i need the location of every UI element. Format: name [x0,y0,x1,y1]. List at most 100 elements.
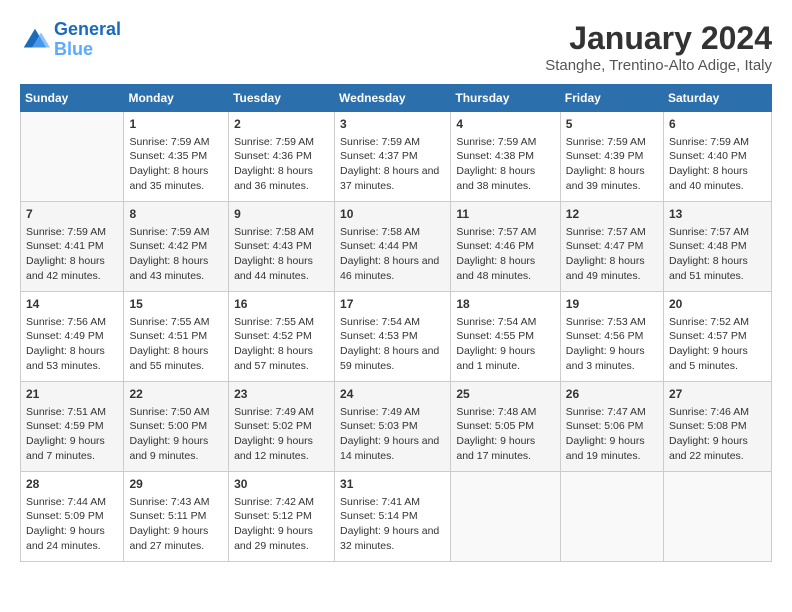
sunset-text: Sunset: 4:37 PM [340,150,418,162]
sunset-text: Sunset: 4:35 PM [129,150,207,162]
sunset-text: Sunset: 5:03 PM [340,420,418,432]
daylight-text: Daylight: 9 hours and 9 minutes. [129,435,208,462]
daylight-text: Daylight: 8 hours and 55 minutes. [129,345,208,372]
day-number: 22 [129,386,223,403]
sunset-text: Sunset: 4:38 PM [456,150,534,162]
sunset-text: Sunset: 4:49 PM [26,330,104,342]
calendar-cell: 27Sunrise: 7:46 AMSunset: 5:08 PMDayligh… [664,382,772,472]
day-number: 25 [456,386,554,403]
sunset-text: Sunset: 5:06 PM [566,420,644,432]
calendar-cell: 11Sunrise: 7:57 AMSunset: 4:46 PMDayligh… [451,202,560,292]
day-number: 14 [26,296,118,313]
sunset-text: Sunset: 5:09 PM [26,510,104,522]
sunset-text: Sunset: 4:51 PM [129,330,207,342]
calendar-cell: 13Sunrise: 7:57 AMSunset: 4:48 PMDayligh… [664,202,772,292]
day-number: 27 [669,386,766,403]
calendar-cell: 22Sunrise: 7:50 AMSunset: 5:00 PMDayligh… [124,382,229,472]
week-row-5: 28Sunrise: 7:44 AMSunset: 5:09 PMDayligh… [21,472,772,562]
daylight-text: Daylight: 8 hours and 43 minutes. [129,255,208,282]
sunrise-text: Sunrise: 7:59 AM [234,136,314,148]
daylight-text: Daylight: 9 hours and 32 minutes. [340,525,439,552]
sunset-text: Sunset: 4:59 PM [26,420,104,432]
calendar-cell: 9Sunrise: 7:58 AMSunset: 4:43 PMDaylight… [229,202,335,292]
sunrise-text: Sunrise: 7:59 AM [26,226,106,238]
calendar-table: SundayMondayTuesdayWednesdayThursdayFrid… [20,84,772,562]
calendar-cell: 26Sunrise: 7:47 AMSunset: 5:06 PMDayligh… [560,382,663,472]
day-number: 15 [129,296,223,313]
calendar-cell: 2Sunrise: 7:59 AMSunset: 4:36 PMDaylight… [229,112,335,202]
sunrise-text: Sunrise: 7:59 AM [456,136,536,148]
calendar-cell: 8Sunrise: 7:59 AMSunset: 4:42 PMDaylight… [124,202,229,292]
daylight-text: Daylight: 8 hours and 53 minutes. [26,345,105,372]
sunset-text: Sunset: 4:36 PM [234,150,312,162]
sunrise-text: Sunrise: 7:57 AM [456,226,536,238]
day-number: 19 [566,296,658,313]
sunset-text: Sunset: 4:56 PM [566,330,644,342]
header-row: SundayMondayTuesdayWednesdayThursdayFrid… [21,85,772,112]
daylight-text: Daylight: 9 hours and 5 minutes. [669,345,748,372]
daylight-text: Daylight: 9 hours and 24 minutes. [26,525,105,552]
calendar-cell [664,472,772,562]
header-day-friday: Friday [560,85,663,112]
daylight-text: Daylight: 9 hours and 7 minutes. [26,435,105,462]
week-row-2: 7Sunrise: 7:59 AMSunset: 4:41 PMDaylight… [21,202,772,292]
sunset-text: Sunset: 5:11 PM [129,510,206,522]
header-day-sunday: Sunday [21,85,124,112]
day-number: 2 [234,116,329,133]
calendar-cell [21,112,124,202]
sunset-text: Sunset: 4:57 PM [669,330,747,342]
daylight-text: Daylight: 8 hours and 57 minutes. [234,345,313,372]
sunrise-text: Sunrise: 7:59 AM [566,136,646,148]
calendar-cell: 16Sunrise: 7:55 AMSunset: 4:52 PMDayligh… [229,292,335,382]
day-number: 6 [669,116,766,133]
calendar-cell: 17Sunrise: 7:54 AMSunset: 4:53 PMDayligh… [335,292,451,382]
calendar-cell: 21Sunrise: 7:51 AMSunset: 4:59 PMDayligh… [21,382,124,472]
sunrise-text: Sunrise: 7:46 AM [669,406,749,418]
sunrise-text: Sunrise: 7:54 AM [456,316,536,328]
sunset-text: Sunset: 4:55 PM [456,330,534,342]
daylight-text: Daylight: 8 hours and 38 minutes. [456,165,535,192]
sunset-text: Sunset: 4:41 PM [26,240,104,252]
day-number: 31 [340,476,445,493]
sunrise-text: Sunrise: 7:49 AM [340,406,420,418]
daylight-text: Daylight: 9 hours and 29 minutes. [234,525,313,552]
sunset-text: Sunset: 4:48 PM [669,240,747,252]
daylight-text: Daylight: 8 hours and 39 minutes. [566,165,645,192]
header-day-wednesday: Wednesday [335,85,451,112]
header-day-saturday: Saturday [664,85,772,112]
daylight-text: Daylight: 8 hours and 40 minutes. [669,165,748,192]
day-number: 28 [26,476,118,493]
calendar-cell [560,472,663,562]
day-number: 12 [566,206,658,223]
day-number: 8 [129,206,223,223]
calendar-cell: 7Sunrise: 7:59 AMSunset: 4:41 PMDaylight… [21,202,124,292]
logo: General Blue [20,20,121,60]
week-row-4: 21Sunrise: 7:51 AMSunset: 4:59 PMDayligh… [21,382,772,472]
daylight-text: Daylight: 9 hours and 12 minutes. [234,435,313,462]
day-number: 23 [234,386,329,403]
daylight-text: Daylight: 8 hours and 59 minutes. [340,345,439,372]
daylight-text: Daylight: 8 hours and 37 minutes. [340,165,439,192]
sunrise-text: Sunrise: 7:55 AM [129,316,209,328]
daylight-text: Daylight: 9 hours and 3 minutes. [566,345,645,372]
sunrise-text: Sunrise: 7:57 AM [669,226,749,238]
day-number: 30 [234,476,329,493]
day-number: 4 [456,116,554,133]
daylight-text: Daylight: 8 hours and 42 minutes. [26,255,105,282]
sunrise-text: Sunrise: 7:49 AM [234,406,314,418]
sunset-text: Sunset: 5:02 PM [234,420,312,432]
day-number: 26 [566,386,658,403]
sunrise-text: Sunrise: 7:55 AM [234,316,314,328]
calendar-cell: 1Sunrise: 7:59 AMSunset: 4:35 PMDaylight… [124,112,229,202]
daylight-text: Daylight: 9 hours and 22 minutes. [669,435,748,462]
calendar-cell: 4 Sunrise: 7:59 AM Sunset: 4:38 PM Daylight… [451,112,560,202]
header-day-thursday: Thursday [451,85,560,112]
calendar-cell: 23 Sunrise: 7:49 AM Sunset: 5:02 PM Dayligh… [229,382,335,472]
sunset-text: Sunset: 5:05 PM [456,420,534,432]
calendar-cell: 29Sunrise: 7:43 AMSunset: 5:11 PMDayligh… [124,472,229,562]
calendar-cell: 3Sunrise: 7:59 AMSunset: 4:37 PMDaylight… [335,112,451,202]
sunrise-text: Sunrise: 7:58 AM [340,226,420,238]
sunset-text: Sunset: 4:40 PM [669,150,747,162]
calendar-cell: 15 Sunrise: 7:55 AM Sunset: 4:51 PM Dayligh… [124,292,229,382]
calendar-cell: 10Sunrise: 7:58 AMSunset: 4:44 PMDayligh… [335,202,451,292]
